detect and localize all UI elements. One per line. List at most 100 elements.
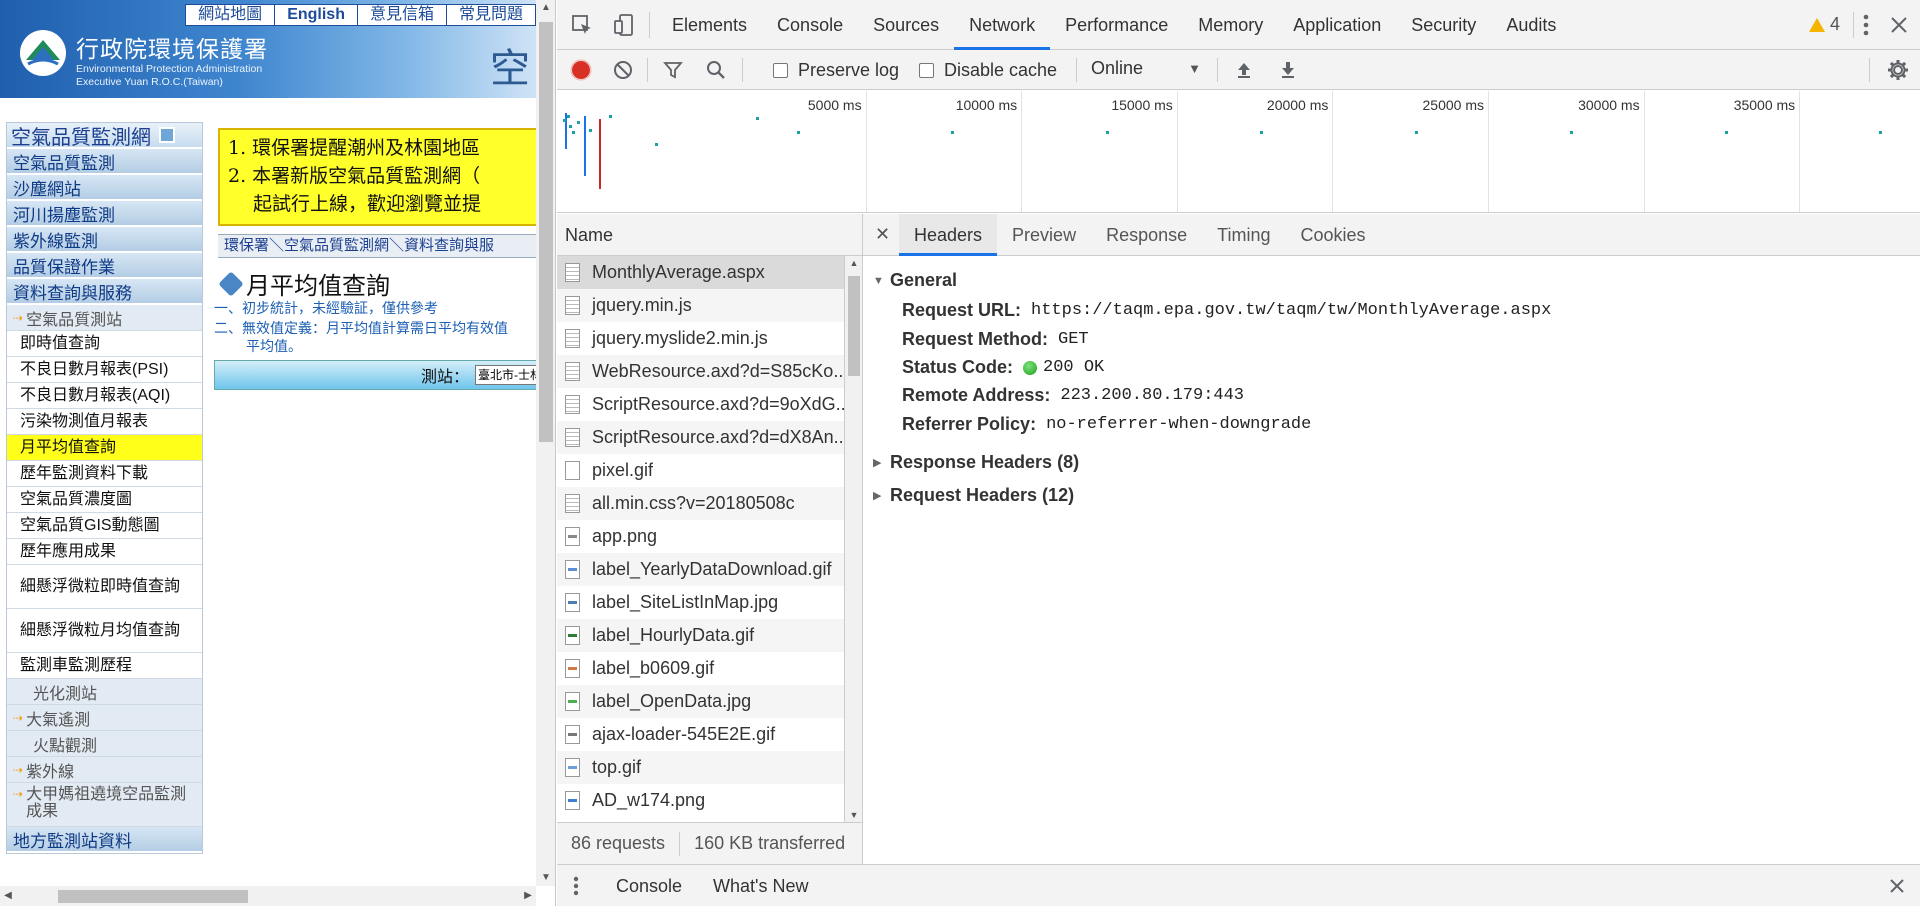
notice-line[interactable]: 起試行上線，歡迎瀏覽並提 [228,190,536,218]
tab-sources[interactable]: Sources [858,0,954,50]
request-row[interactable]: ScriptResource.axd?d=9oXdG... [557,388,844,421]
detail-tab-timing[interactable]: Timing [1202,214,1285,256]
request-row[interactable]: label_b0609.gif [557,652,844,685]
checkbox-box[interactable] [919,63,934,78]
menu-category[interactable]: 河川揚塵監測 [7,201,202,227]
menu-item[interactable]: 細懸浮微粒月均值查詢 [7,609,202,653]
scroll-down-icon[interactable]: ▼ [536,870,555,886]
inspect-element-icon[interactable] [569,12,595,38]
menu-item[interactable]: 歷年監測資料下載 [7,461,202,487]
scroll-thumb[interactable] [58,890,248,903]
settings-gear-icon[interactable] [1886,58,1910,82]
menu-item[interactable]: 空氣品質濃度圖 [7,487,202,513]
clear-icon[interactable] [612,59,634,81]
epa-logo[interactable] [20,30,66,76]
menu-item[interactable]: 不良日數月報表(PSI) [7,357,202,383]
request-row[interactable]: jquery.myslide2.min.js [557,322,844,355]
menu-category[interactable]: 沙塵網站 [7,175,202,201]
request-row[interactable]: jquery.min.js [557,289,844,322]
request-row[interactable]: label_HourlyData.gif [557,619,844,652]
request-row[interactable]: label_YearlyDataDownload.gif [557,553,844,586]
link-english[interactable]: English [274,5,357,25]
scroll-thumb[interactable] [539,22,553,442]
tab-security[interactable]: Security [1396,0,1491,50]
checkbox-box[interactable] [773,63,788,78]
close-devtools-icon[interactable] [1886,12,1912,38]
menu-subcategory[interactable]: 光化測站 [7,679,202,705]
tab-elements[interactable]: Elements [657,0,762,50]
warnings-counter[interactable]: 4 [1808,14,1840,35]
preserve-log-checkbox[interactable]: Preserve log [773,60,899,81]
menu-category[interactable]: 品質保證作業 [7,253,202,279]
menu-item[interactable]: 污染物測值月報表 [7,409,202,435]
detail-tab-preview[interactable]: Preview [997,214,1091,256]
disable-cache-checkbox[interactable]: Disable cache [919,60,1057,81]
network-overview-timeline[interactable]: 5000 ms 10000 ms 15000 ms 20000 ms 25000 ms 3… [557,91,1920,213]
request-row[interactable]: pixel.gif [557,454,844,487]
tab-memory[interactable]: Memory [1183,0,1278,50]
request-list-scrollbar[interactable]: ▲ ▼ [845,256,863,822]
menu-item[interactable]: 空氣品質GIS動態圖 [7,513,202,539]
menu-category[interactable]: 紫外線監測 [7,227,202,253]
tab-console[interactable]: Console [762,0,858,50]
tab-audits[interactable]: Audits [1491,0,1571,50]
menu-item-active[interactable]: 月平均值查詢 [7,435,202,461]
menu-subcategory[interactable]: ⇢ 紫外線 [7,757,202,783]
name-column-header[interactable]: Name [557,214,863,256]
close-detail-icon[interactable]: ✕ [875,224,890,245]
drawer-tab-whats-new[interactable]: What's New [713,865,808,906]
filter-icon[interactable] [662,59,684,81]
website-vertical-scrollbar[interactable]: ▲ ▼ [536,0,555,886]
drawer-menu-icon[interactable] [569,875,583,897]
export-har-icon[interactable] [1277,59,1299,81]
scroll-thumb[interactable] [848,276,860,376]
record-icon[interactable] [569,58,593,82]
breadcrumb[interactable]: 環保署＼空氣品質監測網＼資料查詢與服 [218,234,536,258]
menu-title[interactable]: 空氣品質監測網 [7,123,202,149]
request-headers-section[interactable]: ▶ Request Headers (12) [873,485,1074,506]
detail-tab-headers[interactable]: Headers [899,214,998,256]
response-headers-section[interactable]: ▶ Response Headers (8) [873,452,1079,473]
more-menu-icon[interactable] [1856,12,1876,38]
menu-category[interactable]: 資料查詢與服務 [7,279,202,305]
website-horizontal-scrollbar[interactable]: ◀ ▶ [0,886,536,906]
request-row[interactable]: all.min.css?v=20180508c [557,487,844,520]
tab-performance[interactable]: Performance [1050,0,1183,50]
menu-category[interactable]: 空氣品質監測 [7,149,202,175]
tab-application[interactable]: Application [1278,0,1396,50]
general-section-header[interactable]: ▼ General [873,270,957,291]
menu-item[interactable]: 監測車監測歷程 [7,653,202,679]
menu-item[interactable]: 歷年應用成果 [7,539,202,565]
request-row[interactable]: ajax-loader-545E2E.gif [557,718,844,751]
notice-line[interactable]: 2. 本署新版空氣品質監測網（ [228,162,536,190]
scroll-down-icon[interactable]: ▼ [845,810,863,820]
search-icon[interactable] [705,59,727,81]
device-toolbar-icon[interactable] [611,12,637,38]
menu-subcategory[interactable]: ⇢ 大氣遙測 [7,705,202,731]
menu-category[interactable]: 地方監測站資料 [7,827,202,853]
request-row[interactable]: label_OpenData.jpg [557,685,844,718]
scroll-up-icon[interactable]: ▲ [845,258,863,268]
menu-item[interactable]: 不良日數月報表(AQI) [7,383,202,409]
request-row[interactable]: ScriptResource.axd?d=dX8An... [557,421,844,454]
scroll-up-icon[interactable]: ▲ [536,0,555,16]
link-feedback[interactable]: 意見信箱 [356,5,446,25]
notice-line[interactable]: 1. 環保署提醒潮州及林園地區 [228,134,536,162]
menu-item[interactable]: 細懸浮微粒即時值查詢 [7,565,202,609]
link-sitemap[interactable]: 網站地圖 [186,5,274,25]
menu-subcategory[interactable]: ⇢ 大甲媽祖遶境空品監測成果 [7,783,202,827]
request-row[interactable]: top.gif [557,751,844,784]
station-select[interactable]: 臺北市-士林 [475,365,536,385]
scroll-right-icon[interactable]: ▶ [520,886,536,906]
request-row[interactable]: label_SiteListInMap.jpg [557,586,844,619]
drawer-tab-console[interactable]: Console [616,865,682,906]
detail-tab-cookies[interactable]: Cookies [1285,214,1380,256]
link-faq[interactable]: 常見問題 [445,5,535,25]
menu-item[interactable]: 即時值查詢 [7,331,202,357]
tab-network[interactable]: Network [954,0,1051,50]
request-row[interactable]: app.png [557,520,844,553]
menu-subcategory[interactable]: 火點觀測 [7,731,202,757]
scroll-left-icon[interactable]: ◀ [0,886,16,906]
request-row[interactable]: WebResource.axd?d=S85cKo... [557,355,844,388]
request-row[interactable]: AD_w174.png [557,784,844,817]
